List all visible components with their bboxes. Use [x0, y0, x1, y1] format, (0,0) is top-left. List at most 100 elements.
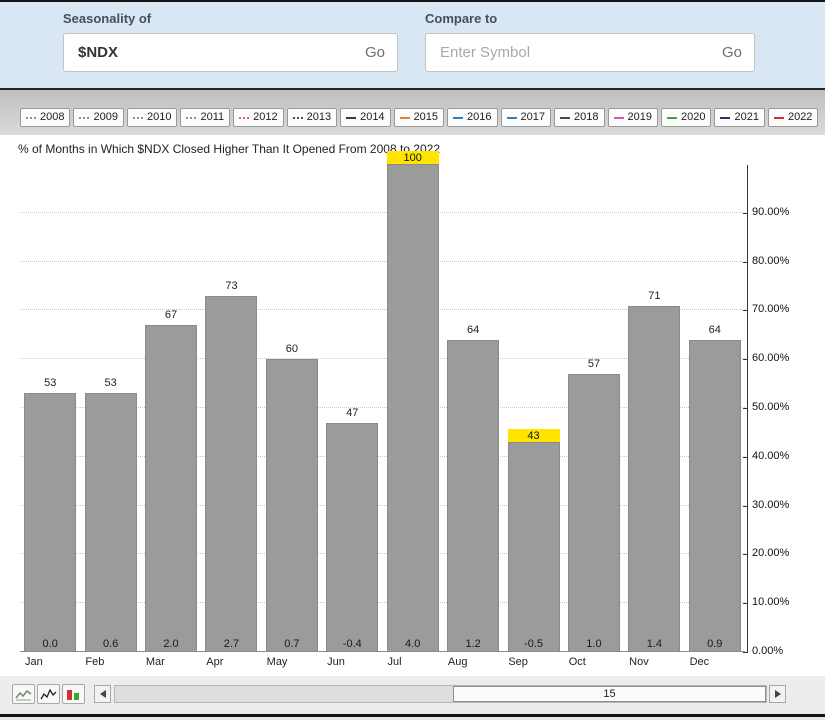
year-marker-icon	[773, 116, 784, 119]
header-bar: Seasonality of Go Compare to Go	[0, 2, 825, 88]
gridline	[20, 211, 745, 213]
bar-average-label: 0.9	[707, 638, 723, 650]
bar-average-label: 1.2	[465, 638, 481, 650]
bar-value-label: 71	[648, 289, 661, 302]
month-label-oct: Oct	[568, 656, 586, 668]
legend-year-2015[interactable]: 2015	[393, 108, 445, 128]
scrollbar-thumb[interactable]: 15	[453, 686, 766, 702]
y-axis-label: 40.00%	[752, 449, 790, 462]
legend-year-2021[interactable]: 2021	[714, 108, 765, 128]
year-marker-icon	[239, 116, 250, 119]
month-label-feb: Feb	[85, 656, 105, 668]
bar-average-label: 1.4	[646, 638, 662, 650]
year-marker-icon	[26, 116, 36, 119]
bar-average-label: 2.7	[223, 638, 240, 650]
month-label-may: May	[266, 656, 288, 668]
year-label: 2018	[574, 111, 599, 123]
bar-average-label: 0.7	[284, 638, 300, 650]
symbol-input[interactable]	[76, 43, 357, 62]
legend-year-2022[interactable]: 2022	[767, 108, 819, 128]
year-marker-icon	[186, 116, 197, 119]
legend-year-2008[interactable]: 2008	[20, 108, 71, 128]
bar-average-label: 2.0	[163, 638, 179, 650]
bar-value-label: 73	[225, 279, 238, 292]
y-axis-tick	[743, 359, 747, 361]
y-axis-label: 0.00%	[752, 645, 784, 657]
bar-value-label: 64	[466, 323, 480, 336]
y-axis-label: 30.00%	[752, 498, 790, 511]
y-axis-label: 70.00%	[752, 303, 790, 316]
scroll-right-button[interactable]	[769, 685, 786, 703]
bar-dec	[688, 339, 741, 652]
year-label: 2019	[627, 111, 652, 123]
year-label: 2022	[787, 111, 813, 123]
year-label: 2015	[413, 111, 439, 123]
bar-feb	[84, 393, 137, 652]
y-axis-tick	[743, 603, 747, 605]
year-label: 2008	[40, 111, 65, 123]
bar-average-label: 0.0	[42, 638, 58, 650]
legend-year-2018[interactable]: 2018	[554, 108, 605, 128]
bar-value-label: 53	[44, 377, 57, 390]
bar-value-label: 67	[164, 309, 178, 322]
legend-year-2016[interactable]: 2016	[447, 108, 498, 128]
year-label: 2009	[93, 111, 118, 123]
y-axis-line	[747, 165, 748, 653]
month-label-aug: Aug	[447, 656, 468, 668]
plot-area: 53 0.0 53 0.6 67 2.0 73 2.7 60 0.7 47 -0.4 100 4.0 64 1…	[20, 151, 745, 652]
y-axis-tick	[743, 652, 747, 653]
y-axis-tick	[743, 554, 747, 556]
legend-year-2014[interactable]: 2014	[340, 108, 391, 128]
bar-average-label: -0.5	[524, 638, 544, 650]
legend-year-2017[interactable]: 2017	[500, 108, 552, 128]
y-axis-label: 20.00%	[752, 547, 790, 560]
year-marker-icon	[666, 116, 677, 119]
legend-year-2012[interactable]: 2012	[233, 108, 284, 128]
bar-may	[265, 359, 318, 652]
month-label-apr: Apr	[206, 656, 224, 668]
seasonality-app: Seasonality of Go Compare to Go 2008 2009…	[0, 0, 825, 720]
compare-go-button[interactable]: Go	[714, 44, 742, 61]
symbol-go-button[interactable]: Go	[357, 44, 385, 61]
seasonality-field-group: Seasonality of Go	[63, 11, 398, 72]
scrollbar-track[interactable]: 15	[114, 685, 767, 703]
bar-nov	[628, 305, 681, 652]
month-label-jul: Jul	[387, 656, 402, 668]
year-marker-icon	[453, 116, 464, 119]
bar-mar	[145, 325, 198, 652]
year-label: 2017	[520, 111, 546, 123]
year-marker-icon	[613, 116, 624, 119]
y-axis-label: 10.00%	[752, 596, 790, 609]
compare-symbol-input[interactable]	[438, 43, 714, 62]
year-label: 2013	[306, 111, 332, 123]
bar-oct	[567, 373, 620, 652]
bar-average-label: 0.6	[102, 638, 119, 650]
bar-aug	[447, 339, 500, 652]
zigzag-line-icon[interactable]	[37, 684, 60, 704]
legend-year-2019[interactable]: 2019	[607, 108, 658, 128]
bar-apr	[205, 295, 258, 652]
bar-value-label: 47	[346, 406, 359, 419]
month-label-nov: Nov	[629, 656, 649, 668]
year-label: 2016	[467, 111, 492, 123]
legend-year-2009[interactable]: 2009	[73, 108, 124, 128]
right-arrow-icon	[774, 690, 781, 698]
year-marker-icon	[132, 116, 143, 119]
legend-year-2013[interactable]: 2013	[286, 108, 338, 128]
y-axis-tick	[743, 212, 747, 214]
y-axis-label: 80.00%	[752, 254, 790, 267]
scroll-left-button[interactable]	[94, 685, 111, 703]
legend-year-2020[interactable]: 2020	[660, 108, 712, 128]
legend-year-2010[interactable]: 2010	[126, 108, 178, 128]
year-marker-icon	[79, 116, 90, 119]
year-label: 2010	[146, 111, 172, 123]
y-axis-tick	[743, 456, 747, 458]
bar-value-label: 57	[587, 357, 601, 370]
volume-bars-icon[interactable]	[62, 684, 85, 704]
month-label-jan: Jan	[25, 656, 43, 668]
month-label-dec: Dec	[689, 656, 710, 668]
line-chart-icon[interactable]	[12, 684, 35, 704]
legend-year-2011[interactable]: 2011	[180, 108, 231, 128]
month-label-sep: Sep	[508, 656, 528, 668]
symbol-input-box: Go	[63, 33, 398, 72]
